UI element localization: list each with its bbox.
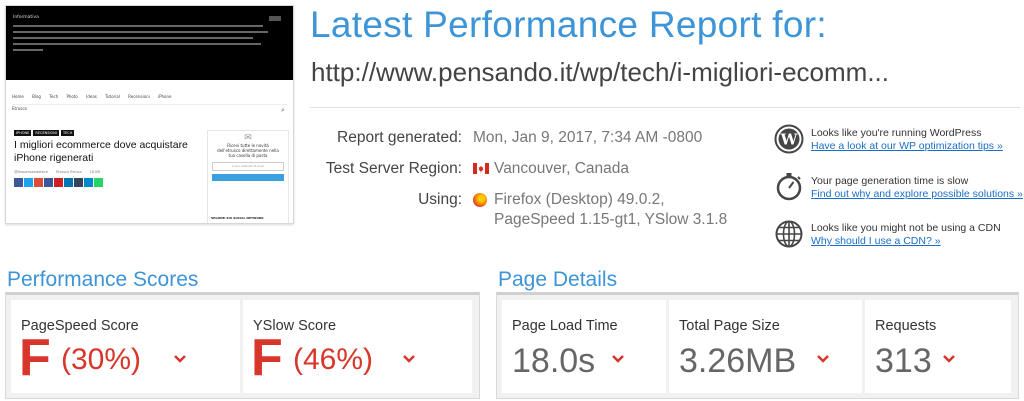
chevron-down-icon (174, 355, 186, 363)
chevron-down-icon (817, 355, 829, 363)
total-page-size-label: Total Page Size (679, 318, 780, 334)
tip-generation-time: Your page generation time is slow Find o… (811, 175, 1023, 201)
report-info-values: Mon, Jan 9, 2017, 7:34 AM -0800 Vancouve… (0, 128, 780, 238)
cookie-text-line (13, 31, 268, 33)
total-page-size-value: 3.26MB (679, 342, 797, 380)
using-tools-value: PageSpeed 1.15-gt1, YSlow 3.1.8 (494, 211, 728, 228)
page-load-time-value: 18.0s (512, 342, 596, 380)
using-browser-value: Firefox (Desktop) 49.0.2, (494, 191, 665, 208)
cookie-close-button (269, 16, 281, 21)
tip-wordpress: Looks like you're running WordPress Have… (811, 127, 1003, 153)
page-details-panel: Page Load Time 18.0s Total Page Size 3.2… (496, 292, 1019, 399)
cookie-text-line (13, 43, 261, 45)
tip-wordpress-text: Looks like you're running WordPress (811, 127, 982, 139)
yslow-percent: (46%) (293, 343, 374, 376)
yslow-grade: F (251, 329, 283, 387)
wordpress-icon: W (774, 124, 804, 154)
report-generated-value: Mon, Jan 9, 2017, 7:34 AM -0800 (473, 129, 703, 146)
tip-cdn: Looks like you might not be using a CDN … (811, 222, 1001, 248)
chevron-down-icon (612, 355, 624, 363)
requests-card[interactable]: Requests 313 (865, 300, 1011, 393)
globe-icon (775, 220, 803, 248)
tip-generation-time-text: Your page generation time is slow (811, 175, 969, 187)
site-user-nav: Etrusco (12, 106, 287, 116)
search-icon: ⌕ (281, 106, 285, 114)
nav-user: Etrusco (12, 106, 28, 111)
nav-item: iPhone (158, 94, 172, 99)
requests-label: Requests (875, 318, 937, 334)
chevron-down-icon (943, 355, 955, 363)
firefox-icon (473, 193, 487, 207)
nav-item: Tech (49, 94, 59, 99)
cookie-banner-title: Informativa (13, 15, 39, 20)
svg-text:W: W (780, 131, 799, 149)
tip-cdn-text: Looks like you might not be using a CDN (811, 222, 1001, 234)
cookie-banner: Informativa (6, 6, 293, 80)
chevron-down-icon (403, 355, 415, 363)
wp-optimization-tips-link[interactable]: Have a look at our WP optimization tips … (811, 140, 1003, 153)
nav-item: Home (12, 94, 24, 99)
header-divider (310, 107, 1020, 108)
pagespeed-percent: (30%) (61, 343, 142, 376)
nav-item: Photo (66, 94, 78, 99)
page-load-time-card[interactable]: Page Load Time 18.0s (502, 300, 666, 393)
requests-value: 313 (875, 342, 932, 380)
report-title: Latest Performance Report for: (310, 4, 827, 45)
nav-item: Recensioni (128, 94, 150, 99)
cookie-text-line (13, 49, 43, 51)
stopwatch-icon (776, 173, 802, 201)
performance-scores-panel: PageSpeed Score F (30%) YSlow Score F (4… (5, 292, 480, 399)
cookie-text-line (13, 37, 253, 39)
page-load-time-label: Page Load Time (512, 318, 618, 334)
cookie-text-line (13, 25, 263, 27)
report-url: http://www.pensando.it/wp/tech/i-miglior… (311, 57, 889, 87)
generation-time-solutions-link[interactable]: Find out why and explore possible soluti… (811, 188, 1023, 201)
site-nav: Home Blog Tech Photo Ideas Tutorial Rece… (12, 90, 287, 105)
nav-item: Blog (32, 94, 41, 99)
canada-flag-icon (473, 163, 489, 174)
page-details-title: Page Details (498, 268, 618, 291)
pagespeed-grade: F (19, 329, 51, 387)
pagespeed-score-card[interactable]: PageSpeed Score F (30%) (11, 300, 240, 393)
nav-item: Tutorial (105, 94, 120, 99)
performance-scores-title: Performance Scores (7, 268, 199, 291)
total-page-size-card[interactable]: Total Page Size 3.26MB (669, 300, 862, 393)
test-region-value: Vancouver, Canada (494, 160, 630, 177)
why-use-cdn-link[interactable]: Why should I use a CDN? » (811, 235, 1001, 248)
nav-item: Ideas (86, 94, 97, 99)
yslow-score-card[interactable]: YSlow Score F (46%) (243, 300, 472, 393)
